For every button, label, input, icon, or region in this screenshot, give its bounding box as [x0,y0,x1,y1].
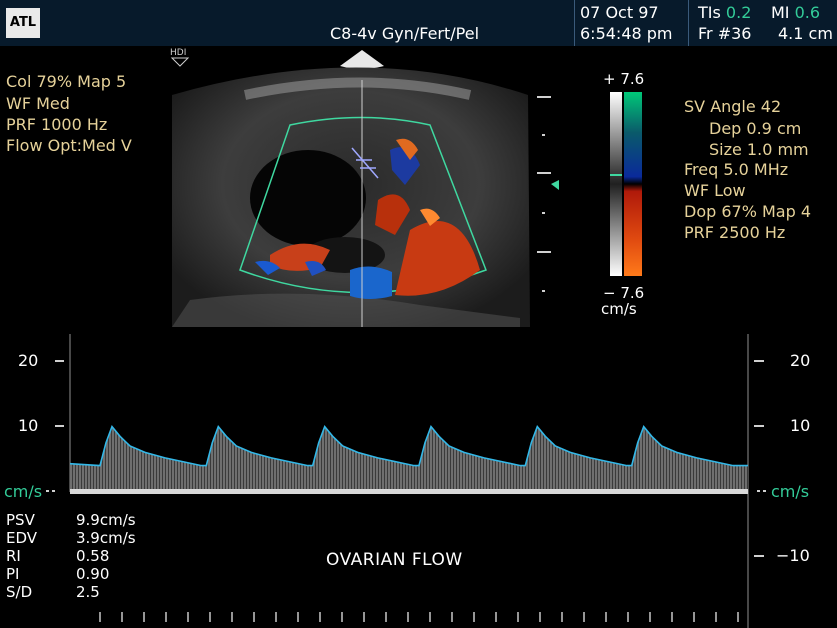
focus-marker-icon [551,180,559,190]
measure-value-sd: 2.5 [76,583,100,601]
doppler-annotation: OVARIAN FLOW [326,550,463,570]
hdi-marker-icon [170,57,190,67]
doppler-unit-right: cm/s [771,482,810,501]
measure-value-psv: 9.9cm/s [76,511,136,529]
scale-left-20: 20 [18,351,39,370]
time-ticks [99,612,739,622]
measure-label-psv: PSV [6,511,35,529]
measure-label-edv: EDV [6,529,38,547]
measure-value-pi: 0.90 [76,565,110,583]
measure-value-edv: 3.9cm/s [76,529,136,547]
scale-right-20: 20 [790,351,811,370]
scale-right-minus-10: −10 [776,546,810,565]
scale-right-10: 10 [790,416,811,435]
measure-value-ri: 0.58 [76,547,110,565]
color-bar-velocity [624,92,642,276]
doppler-unit-left: cm/s [4,482,43,501]
spectral-waveform [70,426,748,489]
doppler-spectrum [46,334,768,628]
scale-left-10: 10 [18,416,39,435]
measure-label-sd: S/D [6,583,33,601]
probe-orientation-icon [340,50,384,69]
color-bar-gray [610,92,622,276]
measure-label-ri: RI [6,547,21,565]
depth-markers [537,96,551,292]
measure-label-pi: PI [6,565,20,583]
